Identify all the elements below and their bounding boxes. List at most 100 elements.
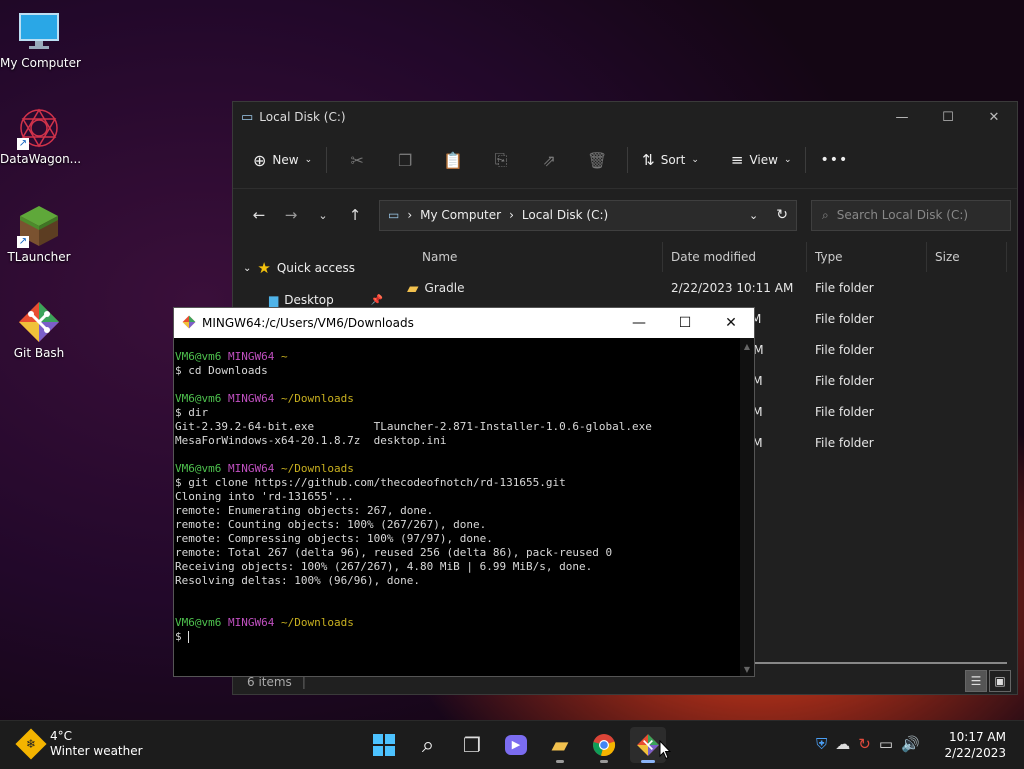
desktop-icon-git-bash[interactable]: Git Bash [0,300,78,360]
explorer-title-bar[interactable]: ▭ Local Disk (C:) — ☐ ✕ [233,102,1017,132]
new-button[interactable]: ⊕ New ⌄ [245,145,320,176]
view-lines-icon: ≡ [730,151,744,169]
column-header-date[interactable]: Date modified [663,242,807,272]
close-button[interactable]: ✕ [708,315,754,331]
breadcrumb-my-computer[interactable]: My Computer [420,208,501,222]
task-view-button[interactable]: ❐ [454,727,490,763]
breadcrumb-local-disk[interactable]: Local Disk (C:) [522,208,741,222]
terminal-output-line: Receiving objects: 100% (267/267), 4.80 … [175,560,593,573]
folder-icon: ▰ [551,732,569,758]
search-box[interactable]: ⌕ Search Local Disk (C:) [811,199,1011,231]
scroll-up-icon[interactable]: ▲ [740,342,754,351]
prompt-path: ~ [280,350,288,363]
chat-button[interactable]: ▶ [498,727,534,763]
sync-icon[interactable]: ↻ [858,735,871,753]
volume-icon[interactable]: 🔊 [901,735,920,753]
recent-chevron-icon[interactable]: ⌄ [307,209,339,222]
chevron-down-icon: ⌄ [304,155,313,165]
terminal-scrollbar[interactable]: ▲ ▼ [740,338,754,676]
folder-icon: ▰ [407,278,419,297]
terminal-output[interactable]: VM6@vm6 MINGW64 ~ $ cd Downloads VM6@vm6 … [174,338,740,676]
view-button[interactable]: ≡ View ⌄ [723,145,800,175]
address-bar[interactable]: ▭ › My Computer › Local Disk (C:) ⌄ ↻ [379,199,797,231]
maximize-button[interactable]: ☐ [925,102,971,132]
column-header-size[interactable]: Size [927,242,1007,272]
terminal-prompt-line: VM6@vm6 MINGW64 ~/Downloads [175,392,739,406]
breadcrumb-separator-icon: › [509,208,514,222]
clock-time: 10:17 AM [949,730,1006,744]
network-disconnected-icon[interactable]: ☁ [835,735,850,753]
delete-icon[interactable]: 🗑 [573,151,621,170]
prompt-user: VM6@vm6 [175,392,222,405]
horizontal-scrollbar[interactable] [749,662,1007,664]
clock-date: 2/22/2023 [944,746,1006,760]
refresh-icon[interactable]: ↻ [776,207,788,223]
command-bar: ⊕ New ⌄ ✂ ❐ 📋 ⎘ ⇗ 🗑 ⇅ Sort ⌄ ≡ View ⌄ ••… [233,132,1017,189]
desktop-icon-label: TLauncher [7,250,71,264]
toolbar-divider [627,147,629,173]
copy-icon[interactable]: ❐ [381,151,429,170]
prompt-host: MINGW64 [227,392,275,405]
git-bash-terminal-window[interactable]: MINGW64:/c/Users/VM6/Downloads — ☐ ✕ VM6… [173,307,755,677]
minimize-button[interactable]: — [616,315,662,331]
desktop-icon-label: My Computer [0,56,81,70]
sidebar-item-quick-access[interactable]: ⌄ ★ Quick access [233,252,389,284]
column-header-type[interactable]: Type [807,242,927,272]
up-arrow-icon[interactable]: ↑ [339,206,371,224]
terminal-prompt-line: VM6@vm6 MINGW64 ~ [175,350,739,364]
desktop-icon-label: DataWagon... [0,152,82,166]
forward-arrow-icon[interactable]: → [275,206,307,224]
back-arrow-icon[interactable]: ← [243,206,275,224]
sort-button[interactable]: ⇅ Sort ⌄ [634,145,707,175]
search-icon: ⌕ [822,207,829,222]
desktop-icon-tlauncher[interactable]: ↗ TLauncher [0,204,78,264]
more-options-button[interactable]: ••• [812,146,856,174]
file-type: File folder [815,373,874,388]
maximize-button[interactable]: ☐ [662,315,708,331]
desktop-icon-my-computer[interactable]: My Computer [0,10,81,70]
breadcrumb-separator-icon: › [407,208,413,222]
prompt-host: MINGW64 [227,350,275,363]
column-header-name[interactable]: Name [389,242,663,272]
prompt-path: ~/Downloads [280,616,354,629]
tiles-view-icon[interactable]: ▣ [989,670,1011,692]
cut-icon[interactable]: ✂ [333,151,381,170]
terminal-prompt-line: VM6@vm6 MINGW64 ~/Downloads [175,616,739,630]
terminal-output-line: $ git clone https://github.com/thecodeof… [175,476,566,489]
minimize-button[interactable]: — [879,102,925,132]
chevron-down-icon: ⌄ [691,155,699,165]
chevron-down-icon: ⌄ [783,155,792,165]
running-indicator [641,760,655,763]
weather-widget[interactable]: ❄ 4°C Winter weather [15,728,143,760]
toolbar-divider [326,147,328,173]
running-indicator [600,760,608,763]
prompt-host: MINGW64 [227,462,275,475]
clock[interactable]: 10:17 AM 2/22/2023 [944,729,1006,761]
file-type: File folder [815,404,874,419]
table-row[interactable]: ▰ Gradle 2/22/2023 10:11 AM File folder [389,272,1017,303]
search-button[interactable]: ⌕ [410,727,446,763]
paste-icon[interactable]: 📋 [429,151,477,170]
terminal-output-line: MesaForWindows-x64-20.1.8.7z desktop.ini [175,434,447,447]
terminal-output-line: Resolving deltas: 100% (96/96), done. [175,574,421,587]
rename-icon[interactable]: ⎘ [477,150,525,170]
terminal-title-bar[interactable]: MINGW64:/c/Users/VM6/Downloads — ☐ ✕ [174,308,754,338]
security-shield-icon[interactable]: ⛨ [816,735,827,753]
weather-temp: 4°C [50,729,73,743]
close-button[interactable]: ✕ [971,102,1017,132]
share-icon[interactable]: ⇗ [525,151,573,170]
shortcut-arrow-icon: ↗ [17,236,29,248]
desktop-icon-datawagon[interactable]: ↗ DataWagon... [0,106,82,166]
details-view-icon[interactable]: ☰ [965,670,987,692]
sidebar-item-label: Quick access [276,261,356,275]
text-cursor [188,631,190,643]
address-dropdown-icon[interactable]: ⌄ [749,209,758,222]
file-explorer-button[interactable]: ▰ [542,727,578,763]
taskbar: ❄ 4°C Winter weather ⌕ ❐ ▶ ▰ ⛨ ☁ ↻ ▭ 🔊 1… [0,720,1024,769]
display-icon[interactable]: ▭ [879,735,893,753]
scroll-down-icon[interactable]: ▼ [740,665,754,674]
start-button[interactable] [366,727,402,763]
chrome-button[interactable] [586,727,622,763]
chevron-down-icon: ⌄ [243,262,252,274]
task-view-icon: ❐ [463,733,481,757]
